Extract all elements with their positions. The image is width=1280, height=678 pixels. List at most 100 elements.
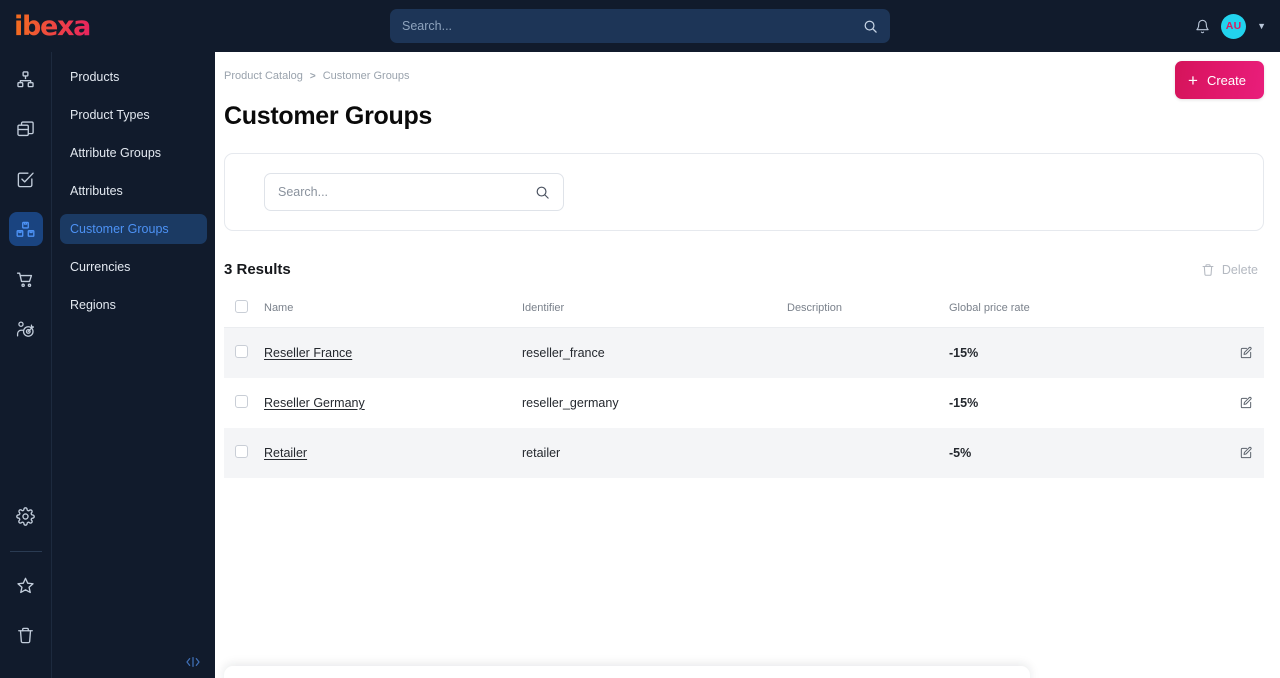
row-name-cell: Reseller Germany [264,378,522,428]
trash-icon [16,626,35,645]
sidebar-item-label: Product Types [70,108,150,122]
chevron-down-icon[interactable]: ▼ [1257,21,1266,31]
row-rate-cell: -15% [949,346,979,360]
sidebar-item-products[interactable]: Products [60,62,207,92]
sidebar-collapse-toggle-icon[interactable] [185,655,201,669]
sidebar-item-label: Products [70,70,120,84]
edit-icon[interactable] [1210,346,1264,360]
rail-item-orders[interactable] [9,262,43,296]
table-row[interactable]: Retailer retailer -5% [224,428,1264,478]
delete-button-label: Delete [1221,262,1258,277]
search-icon[interactable] [535,185,550,200]
global-search-input[interactable] [402,19,863,33]
row-checkbox[interactable] [235,395,248,408]
create-button-label: Create [1206,72,1246,88]
search-input-wrap[interactable] [264,173,564,211]
edit-icon[interactable] [1210,396,1264,410]
row-identifier-cell: reseller_france [522,346,605,360]
row-select-cell [224,428,264,478]
sidebar-item-label: Regions [70,298,116,312]
avatar[interactable]: AU [1221,13,1247,39]
logo-wrap: ibexa [0,13,215,40]
select-all-checkbox[interactable] [235,300,248,313]
cart-icon [16,270,35,289]
row-name-link[interactable]: Reseller France [264,346,352,360]
create-button[interactable]: + Create [1175,61,1264,99]
sidebar: Products Product Types Attribute Groups … [52,52,215,678]
select-all-cell [224,292,264,328]
column-header-rate[interactable]: Global price rate [949,292,1210,328]
row-checkbox[interactable] [235,345,248,358]
row-identifier-cell: reseller_germany [522,396,619,410]
row-select-cell [224,378,264,428]
column-header-description[interactable]: Description [787,292,949,328]
bottom-action-sheet [224,666,1030,678]
cards-icon [16,120,35,139]
row-actions-cell [1210,378,1264,428]
row-rate-cell: -15% [949,396,979,410]
table-header-row: Name Identifier Description Global price… [224,292,1264,328]
rail-item-bookmarks[interactable] [9,568,43,602]
sitemap-icon [16,70,35,89]
rail-item-admin[interactable] [9,499,43,533]
target-icon [16,320,35,339]
search-input[interactable] [278,185,535,199]
row-name-link[interactable]: Retailer [264,446,307,460]
sidebar-item-attribute-groups[interactable]: Attribute Groups [60,138,207,168]
filter-card [224,153,1264,231]
rail-item-personalization[interactable] [9,312,43,346]
page-title: Customer Groups [224,102,433,130]
results-bar: 3 Results Delete [224,261,1264,278]
sidebar-item-regions[interactable]: Regions [60,290,207,320]
ibexa-logo[interactable]: ibexa [14,13,91,40]
column-header-actions [1210,292,1264,328]
table-head: Name Identifier Description Global price… [224,292,1264,328]
icon-rail [0,52,52,678]
row-rate-cell: -5% [949,446,972,460]
table-row[interactable]: Reseller France reseller_france -15% [224,327,1264,379]
rail-item-forms[interactable] [9,162,43,196]
delete-button[interactable]: Delete [1201,263,1264,277]
rail-item-sitemap[interactable] [9,62,43,96]
row-name-link[interactable]: Reseller Germany [264,396,365,410]
star-icon [16,576,35,595]
boxes-icon [16,220,35,239]
customer-groups-table: Name Identifier Description Global price… [224,292,1264,478]
row-identifier-cell: retailer [522,446,561,460]
rail-item-content[interactable] [9,112,43,146]
sidebar-item-customer-groups[interactable]: Customer Groups [60,214,207,244]
main-inner: Product Catalog > Customer Groups + Crea… [215,52,1280,478]
global-search[interactable] [390,9,890,43]
sidebar-item-attributes[interactable]: Attributes [60,176,207,206]
breadcrumb-separator: > [309,70,316,82]
sidebar-item-label: Currencies [70,260,131,274]
top-bar: ibexa AU ▼ [0,0,1280,52]
edit-icon[interactable] [1210,446,1264,460]
sidebar-item-product-types[interactable]: Product Types [60,100,207,130]
trash-icon [1201,263,1215,277]
rail-item-trash[interactable] [9,618,43,652]
task-icon [16,170,35,189]
column-header-name[interactable]: Name [264,292,522,328]
row-description-cell [787,328,949,379]
row-checkbox[interactable] [235,445,248,458]
main-content: Product Catalog > Customer Groups + Crea… [215,52,1280,678]
table-row[interactable]: Reseller Germany reseller_germany -15% [224,378,1264,428]
bell-icon[interactable] [1195,19,1210,34]
breadcrumb: Product Catalog > Customer Groups [224,52,1264,82]
sidebar-item-currencies[interactable]: Currencies [60,252,207,282]
column-header-identifier[interactable]: Identifier [522,292,787,328]
app-root: ibexa AU ▼ [0,0,1280,678]
sidebar-item-label: Attribute Groups [70,146,162,160]
row-actions-cell [1210,328,1264,379]
rail-item-product-catalog[interactable] [8,212,43,246]
search-icon[interactable] [863,19,878,34]
row-name-cell: Retailer [264,428,522,478]
sidebar-item-label: Customer Groups [70,222,169,236]
rail-divider [9,551,42,552]
breadcrumb-parent[interactable]: Product Catalog [224,70,303,82]
breadcrumb-current: Customer Groups [322,70,410,82]
body-row: Products Product Types Attribute Groups … [0,52,1280,678]
results-count: 3 Results [224,261,291,278]
row-description-cell [787,428,949,478]
